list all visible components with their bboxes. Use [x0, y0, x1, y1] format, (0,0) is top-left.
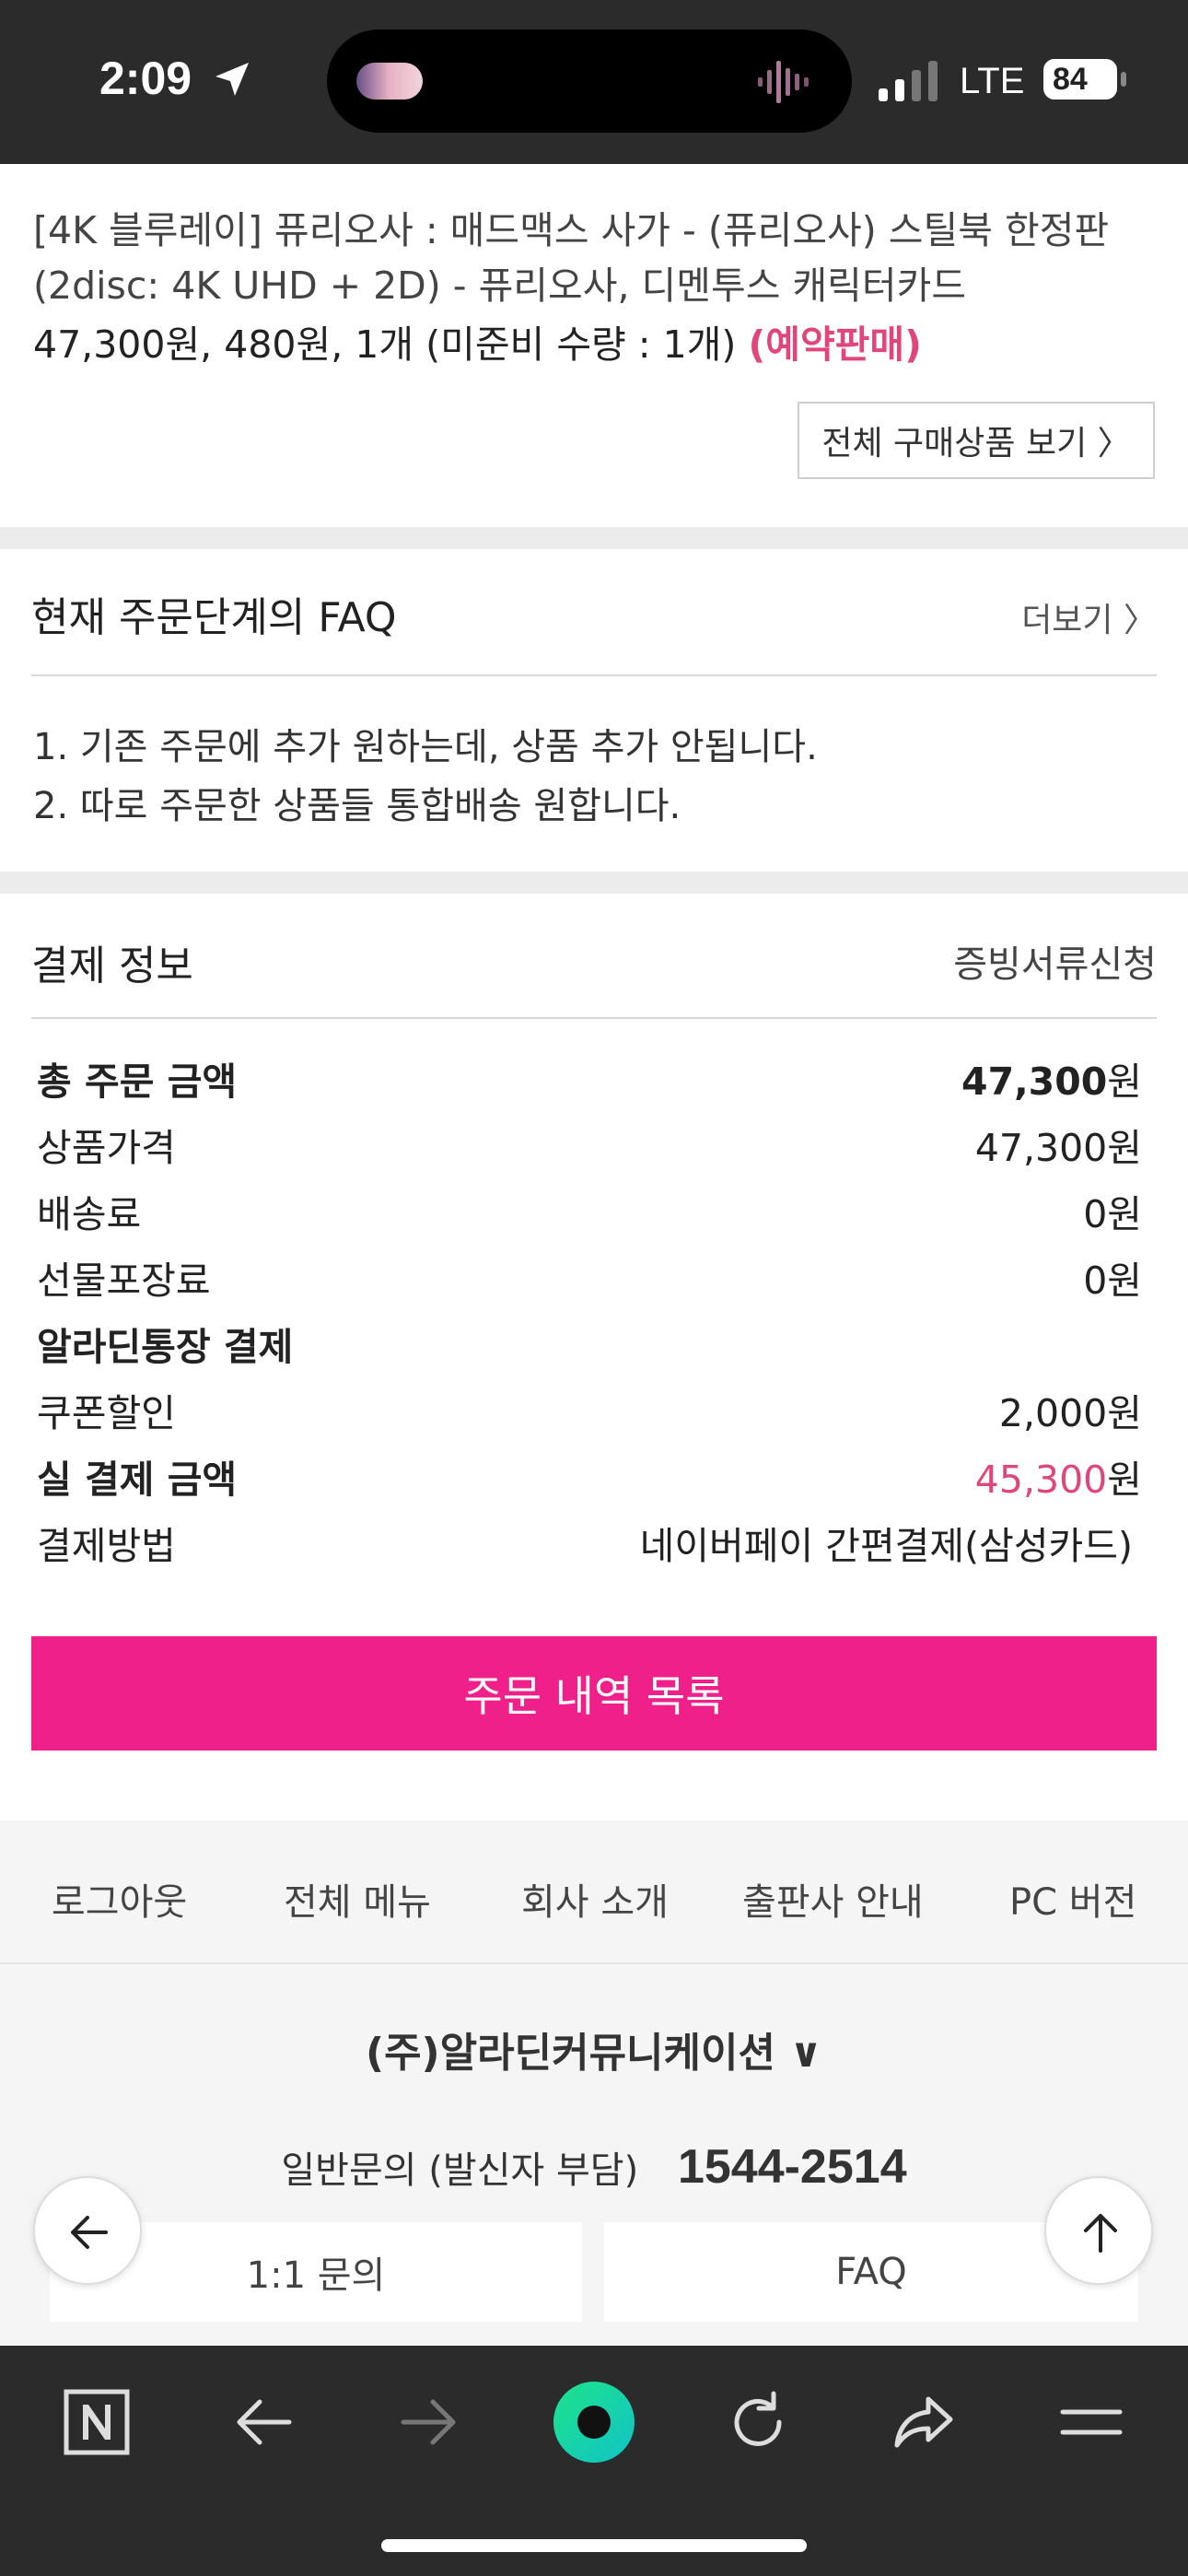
inquiry-label: 일반문의 (발신자 부담)	[281, 2149, 639, 2192]
share-icon[interactable]	[882, 2381, 965, 2464]
status-bar: 2:09 LTE 84	[0, 0, 1188, 164]
naver-n-icon[interactable]	[55, 2381, 138, 2464]
footer-logout-link[interactable]: 로그아웃	[52, 1872, 187, 1926]
network-label: LTE	[960, 61, 1025, 101]
row-label: 쿠폰할인	[37, 1391, 176, 1435]
row-label: 총 주문 금액	[37, 1060, 238, 1104]
row-label: 선물포장료	[37, 1259, 211, 1303]
footer-pc-version-link[interactable]: PC 버전	[1009, 1872, 1136, 1926]
faq-item[interactable]: 2. 따로 주문한 상품들 통합배송 원합니다.	[33, 776, 681, 829]
footer-publisher-link[interactable]: 출판사 안내	[742, 1872, 924, 1926]
product-price-row: 상품가격 47,300원	[37, 1117, 1142, 1172]
back-icon[interactable]	[223, 2381, 306, 2464]
preorder-badge: (예약판매)	[748, 322, 922, 367]
dynamic-island	[327, 29, 852, 133]
row-value: 45,300원	[974, 1458, 1142, 1502]
row-value: 0원	[1083, 1192, 1142, 1236]
company-name-toggle[interactable]: (주)알라딘커뮤니케이션 ∨	[0, 2020, 1188, 2078]
row-label: 상품가격	[37, 1126, 176, 1170]
back-arrow-icon[interactable]	[33, 2176, 142, 2285]
total-order-amount-row: 총 주문 금액 47,300원	[37, 1050, 1142, 1106]
row-value: 네이버페이 간편결제(삼성카드)	[639, 1524, 1133, 1568]
price-text: 47,300원, 480원, 1개 (미준비 수량 : 1개)	[33, 322, 737, 367]
signal-icon	[879, 61, 938, 101]
forward-icon[interactable]	[387, 2381, 470, 2464]
coupon-discount-row: 쿠폰할인 2,000원	[37, 1382, 1142, 1437]
product-title: [4K 블루레이] 퓨리오사 : 매드맥스 사가 - (퓨리오사) 스틸북 한정…	[33, 208, 1110, 308]
faq-item[interactable]: 1. 기존 주문에 추가 원하는데, 상품 추가 안됩니다.	[33, 717, 818, 770]
row-label: 실 결제 금액	[37, 1458, 238, 1502]
row-value: 2,000원	[998, 1391, 1142, 1435]
battery-icon: 84	[1043, 59, 1126, 100]
audio-wave-icon	[758, 61, 809, 103]
footer: 로그아웃 전체 메뉴 회사 소개 출판사 안내 PC 버전 (주)알라딘커뮤니케…	[0, 1821, 1188, 2346]
green-dot-icon[interactable]	[551, 2379, 637, 2465]
section-divider	[0, 872, 1188, 894]
footer-company-link[interactable]: 회사 소개	[521, 1872, 669, 1926]
row-label: 알라딘통장 결제	[37, 1325, 294, 1369]
section-divider	[0, 527, 1188, 549]
gift-wrap-fee-row: 선물포장료 0원	[37, 1249, 1142, 1305]
row-value: 0원	[1083, 1259, 1142, 1303]
reload-icon[interactable]	[716, 2381, 799, 2464]
scroll-top-icon[interactable]	[1044, 2176, 1153, 2285]
home-indicator	[381, 2539, 807, 2552]
footer-all-menu-link[interactable]: 전체 메뉴	[284, 1872, 431, 1926]
row-value: 47,300원	[961, 1060, 1142, 1104]
faq-more-link[interactable]: 더보기 〉	[1021, 593, 1157, 641]
row-label: 결제방법	[37, 1524, 176, 1568]
payment-method-row: 결제방법 네이버페이 간편결제(삼성카드)	[37, 1515, 1142, 1570]
view-all-products-button[interactable]: 전체 구매상품 보기 〉	[798, 402, 1155, 479]
menu-icon[interactable]	[1050, 2381, 1133, 2464]
status-time: 2:09	[99, 53, 192, 104]
inquiry-phone[interactable]: 1544-2514	[678, 2140, 907, 2194]
faq-divider	[31, 674, 1157, 676]
row-label: 배송료	[37, 1192, 142, 1236]
payment-heading: 결제 정보	[31, 943, 193, 989]
payment-divider	[31, 1017, 1157, 1019]
aladin-account-row: 알라딘통장 결제	[37, 1316, 1142, 1371]
now-playing-art	[356, 63, 423, 100]
faq-heading: 현재 주문단계의 FAQ	[31, 594, 397, 641]
footer-nav: 로그아웃 전체 메뉴 회사 소개 출판사 안내 PC 버전	[0, 1821, 1188, 1964]
product-price-line: 47,300원, 480원, 1개 (미준비 수량 : 1개) (예약판매)	[33, 313, 922, 369]
location-arrow-icon	[215, 63, 249, 96]
order-history-button[interactable]: 주문 내역 목록	[31, 1636, 1157, 1751]
certificate-request-link[interactable]: 증빙서류신청	[953, 934, 1157, 988]
shipping-fee-row: 배송료 0원	[37, 1183, 1142, 1238]
row-value: 47,300원	[974, 1126, 1142, 1170]
actual-payment-row: 실 결제 금액 45,300원	[37, 1448, 1142, 1504]
inquiry-line: 일반문의 (발신자 부담) 1544-2514	[0, 2139, 1188, 2195]
product-section: [4K 블루레이] 퓨리오사 : 매드맥스 사가 - (퓨리오사) 스틸북 한정…	[0, 164, 1188, 525]
